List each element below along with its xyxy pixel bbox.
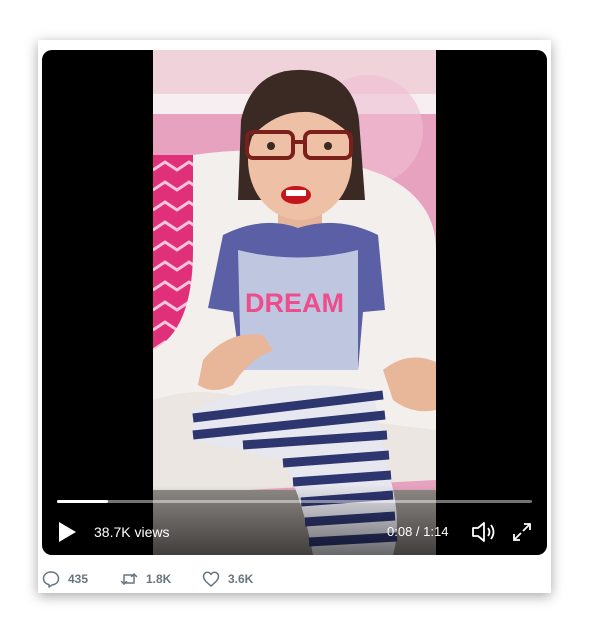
shirt-print-text: DREAM: [245, 288, 344, 318]
retweet-count: 1.8K: [146, 572, 172, 586]
like-button[interactable]: 3.6K: [202, 569, 253, 589]
reply-bubble-icon: [42, 571, 60, 588]
player-controls: 38.7K views 0:08 / 1:14: [42, 516, 547, 546]
like-count: 3.6K: [228, 572, 254, 586]
play-icon[interactable]: [57, 521, 77, 543]
video-still-image: DREAM: [153, 50, 436, 555]
progress-fill: [57, 500, 109, 503]
retweet-button[interactable]: 1.8K: [120, 569, 171, 589]
tweet-media-card: DREAM 38.7K views 0:08 / 1:14 435 1.8K 3…: [38, 40, 551, 593]
tweet-actions: 435 1.8K 3.6K: [38, 569, 551, 589]
heart-icon: [202, 571, 220, 587]
playback-time: 0:08 / 1:14: [387, 524, 449, 539]
progress-bar[interactable]: [57, 500, 532, 503]
video-player[interactable]: DREAM 38.7K views 0:08 / 1:14: [42, 50, 547, 555]
video-frame[interactable]: DREAM: [153, 50, 436, 555]
view-count: 38.7K views: [94, 524, 170, 540]
volume-icon[interactable]: [471, 521, 497, 543]
retweet-icon: [120, 573, 138, 585]
reply-count: 435: [68, 572, 89, 586]
reply-button[interactable]: 435: [42, 569, 88, 589]
fullscreen-expand-icon[interactable]: [511, 521, 533, 543]
